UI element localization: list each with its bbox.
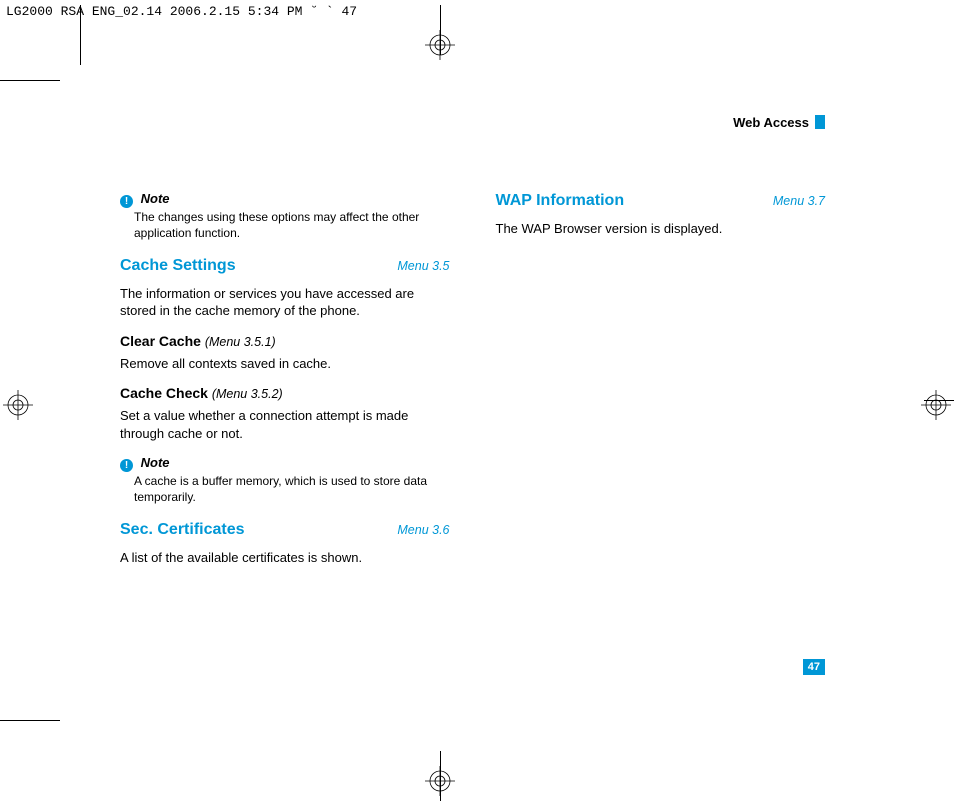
registration-mark-icon: [425, 30, 455, 60]
body-text: The information or services you have acc…: [120, 285, 450, 320]
note-label: Note: [141, 455, 170, 470]
document-header-strip: LG2000 RSA ENG_02.14 2006.2.15 5:34 PM ˘…: [0, 0, 954, 19]
body-text: Remove all contexts saved in cache.: [120, 355, 450, 373]
body-text: The WAP Browser version is displayed.: [496, 220, 826, 238]
page-content: Web Access ! Note The changes using thes…: [80, 80, 840, 720]
sub-heading-title: Cache Check: [120, 385, 208, 401]
note-text: The changes using these options may affe…: [134, 210, 450, 241]
menu-ref: Menu 3.7: [773, 193, 825, 210]
crop-mark: [80, 5, 81, 65]
section-heading: Sec. Certificates: [120, 519, 245, 541]
section-header: Web Access: [733, 115, 825, 130]
registration-mark-icon: [921, 390, 951, 420]
section-heading: Cache Settings: [120, 255, 236, 277]
page-number: 47: [803, 659, 825, 675]
info-icon: !: [120, 195, 133, 208]
note-text: A cache is a buffer memory, which is use…: [134, 474, 450, 505]
body-text: Set a value whether a connection attempt…: [120, 407, 450, 442]
note-label: Note: [141, 191, 170, 206]
sub-heading: Clear Cache (Menu 3.5.1): [120, 332, 450, 351]
two-column-layout: ! Note The changes using these options m…: [120, 190, 825, 579]
left-column: ! Note The changes using these options m…: [120, 190, 450, 579]
sub-heading: Cache Check (Menu 3.5.2): [120, 384, 450, 403]
heading-row: Sec. Certificates Menu 3.6: [120, 519, 450, 541]
note-block: ! Note The changes using these options m…: [120, 190, 450, 241]
menu-ref: Menu 3.5: [397, 258, 449, 275]
registration-mark-icon: [425, 766, 455, 796]
heading-row: Cache Settings Menu 3.5: [120, 255, 450, 277]
right-column: WAP Information Menu 3.7 The WAP Browser…: [496, 190, 826, 579]
crop-mark: [0, 720, 60, 721]
section-heading: WAP Information: [496, 190, 625, 212]
registration-mark-icon: [3, 390, 33, 420]
menu-ref: Menu 3.6: [397, 522, 449, 539]
sub-heading-title: Clear Cache: [120, 333, 201, 349]
info-icon: !: [120, 459, 133, 472]
body-text: A list of the available certificates is …: [120, 549, 450, 567]
note-block: ! Note A cache is a buffer memory, which…: [120, 454, 450, 505]
crop-mark: [0, 80, 60, 81]
menu-ref: (Menu 3.5.2): [212, 387, 283, 401]
menu-ref: (Menu 3.5.1): [205, 335, 276, 349]
heading-row: WAP Information Menu 3.7: [496, 190, 826, 212]
